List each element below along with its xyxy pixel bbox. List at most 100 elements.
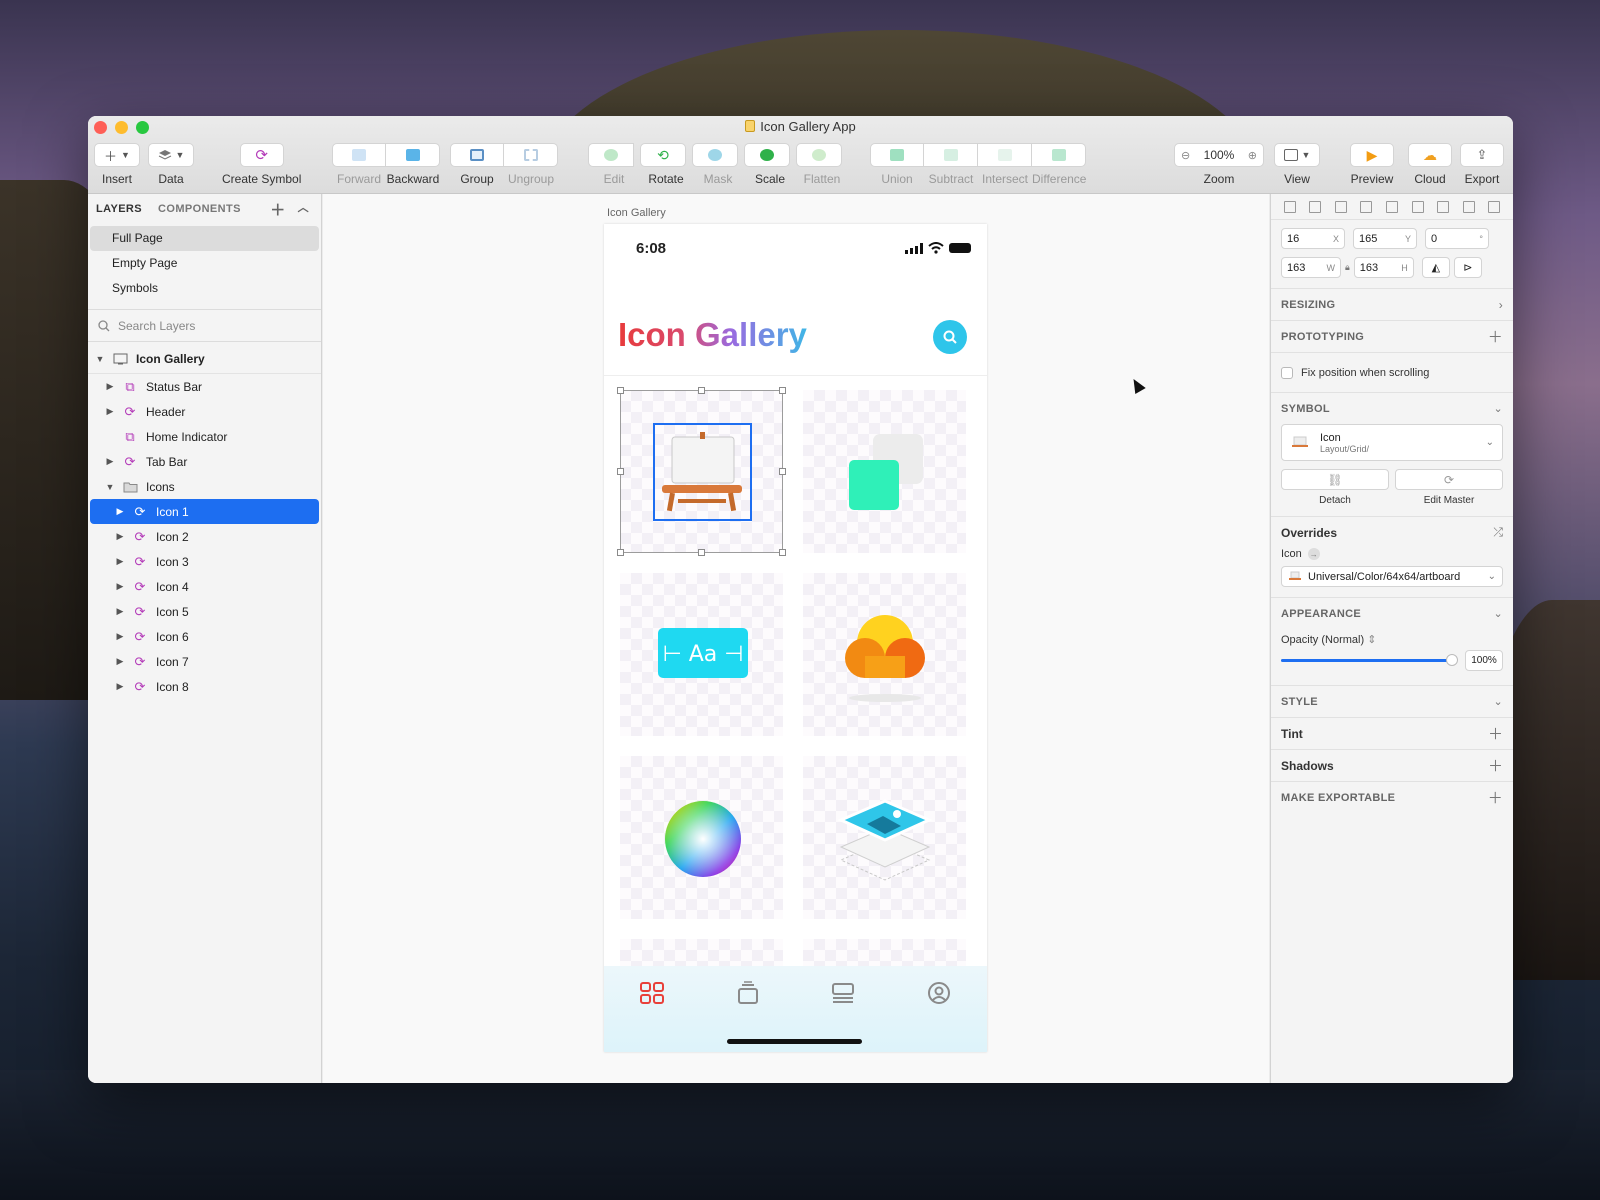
align-right-icon[interactable] [1360, 200, 1373, 213]
layer-icon-7[interactable]: ▶ ⟳ Icon 7 [90, 649, 319, 674]
layer-icon-5[interactable]: ▶ ⟳ Icon 5 [90, 599, 319, 624]
profile-tab-icon[interactable] [926, 980, 952, 1006]
resize-handle[interactable] [779, 468, 786, 475]
forward-button[interactable] [332, 143, 386, 167]
add-prototyping-icon[interactable]: ＋ [1488, 326, 1503, 347]
disclosure-closed-icon[interactable]: ▶ [114, 631, 126, 642]
resize-handle[interactable] [617, 387, 624, 394]
tab-components[interactable]: COMPONENTS [158, 203, 241, 215]
layer-icons-group[interactable]: ▼ Icons [90, 474, 319, 499]
disclosure-closed-icon[interactable]: ▶ [104, 456, 116, 467]
chevron-down-icon[interactable]: ⌄ [1493, 695, 1503, 708]
ungroup-button[interactable] [504, 143, 558, 167]
resize-handle[interactable] [617, 468, 624, 475]
export-button[interactable]: ⇪ [1460, 143, 1504, 167]
fix-position-row[interactable]: Fix position when scrolling [1271, 352, 1513, 392]
chevron-down-icon[interactable]: ⌄ [1493, 607, 1503, 620]
view-button[interactable]: ▼ [1274, 143, 1320, 167]
distribute-vertical-icon[interactable] [1462, 200, 1475, 213]
stack-tab-icon[interactable] [735, 980, 761, 1006]
edit-button[interactable] [588, 143, 634, 167]
prototyping-section[interactable]: PROTOTYPING ＋ [1271, 320, 1513, 352]
search-layers[interactable]: Search Layers [88, 310, 321, 342]
opacity-slider-knob[interactable] [1445, 654, 1458, 666]
disclosure-closed-icon[interactable]: ▶ [114, 656, 126, 667]
list-tab-icon[interactable] [830, 980, 856, 1006]
align-middle-icon[interactable] [1385, 200, 1398, 213]
resize-handle[interactable] [779, 549, 786, 556]
zoom-in-icon[interactable]: ⊕ [1248, 149, 1257, 162]
disclosure-closed-icon[interactable]: ▶ [104, 381, 116, 392]
page-item-full-page[interactable]: Full Page [90, 226, 319, 251]
icon-cell-8[interactable] [803, 939, 966, 969]
subtract-button[interactable] [924, 143, 978, 167]
override-icon-select[interactable]: Universal/Color/64x64/artboard ⌄ [1281, 566, 1503, 587]
collapse-icon[interactable]: ︿ [298, 199, 309, 220]
layer-tab-bar[interactable]: ▶ ⟳ Tab Bar [90, 449, 319, 474]
symbol-picker[interactable]: Icon Layout/Grid/ ⌄ [1281, 424, 1503, 461]
zoom-control[interactable]: ⊖ 100% ⊕ [1174, 143, 1264, 167]
align-baseline-icon[interactable] [1488, 200, 1501, 213]
align-bottom-icon[interactable] [1411, 200, 1424, 213]
resizing-section[interactable]: RESIZING › [1271, 288, 1513, 320]
disclosure-closed-icon[interactable]: ▶ [114, 556, 126, 567]
canvas[interactable]: Icon Gallery 6:08 Icon Gallery ⊢ Aa ⊣ [323, 194, 1269, 1083]
align-top-icon[interactable] [1437, 200, 1450, 213]
selection-box[interactable] [620, 390, 783, 553]
flip-vertical-button[interactable]: ⊳ [1453, 257, 1482, 278]
rotation-field[interactable]: 0 ° [1425, 228, 1489, 249]
backward-button[interactable] [386, 143, 440, 167]
align-left-icon[interactable] [1283, 200, 1296, 213]
difference-button[interactable] [1032, 143, 1086, 167]
chevron-right-icon[interactable]: › [1499, 298, 1503, 312]
opacity-input[interactable]: 100% [1465, 650, 1503, 671]
insert-button[interactable]: ＋ ▼ [94, 143, 140, 167]
union-button[interactable] [870, 143, 924, 167]
width-field[interactable]: 163 W [1281, 257, 1341, 278]
disclosure-closed-icon[interactable]: ▶ [114, 681, 126, 692]
mask-button[interactable] [692, 143, 738, 167]
artboard[interactable]: 6:08 Icon Gallery ⊢ Aa ⊣ [604, 224, 987, 1052]
icon-cell-4[interactable] [803, 573, 966, 736]
add-export-icon[interactable]: ＋ [1488, 787, 1503, 808]
detach-button[interactable]: ⛓︎ [1281, 469, 1389, 490]
opacity-blend-select[interactable]: Opacity (Normal) ⇕ [1281, 633, 1503, 646]
search-button[interactable] [933, 320, 967, 354]
arrow-right-circle-icon[interactable]: → [1307, 548, 1320, 560]
resize-handle[interactable] [779, 387, 786, 394]
x-field[interactable]: 16 X [1281, 228, 1345, 249]
layer-icon-2[interactable]: ▶ ⟳ Icon 2 [90, 524, 319, 549]
disclosure-open-icon[interactable]: ▼ [94, 354, 106, 364]
disclosure-closed-icon[interactable]: ▶ [104, 406, 116, 417]
group-button[interactable] [450, 143, 504, 167]
preview-button[interactable]: ▶ [1350, 143, 1394, 167]
artboard-label[interactable]: Icon Gallery [607, 207, 666, 219]
flip-horizontal-button[interactable]: ◭ [1421, 257, 1450, 278]
grid-tab-icon[interactable] [639, 980, 665, 1006]
icon-cell-2[interactable] [803, 390, 966, 553]
add-shadow-icon[interactable]: ＋ [1488, 755, 1503, 776]
style-section[interactable]: STYLE ⌄ [1271, 685, 1513, 717]
appearance-section[interactable]: APPEARANCE ⌄ [1271, 597, 1513, 629]
layer-artboard[interactable]: ▼ Icon Gallery [88, 344, 321, 374]
scale-button[interactable] [744, 143, 790, 167]
intersect-button[interactable] [978, 143, 1032, 167]
layer-icon-1[interactable]: ▶ ⟳ Icon 1 [90, 499, 319, 524]
icon-cell-6[interactable] [803, 756, 966, 919]
layer-icon-8[interactable]: ▶ ⟳ Icon 8 [90, 674, 319, 699]
symbol-section[interactable]: SYMBOL ⌄ [1271, 392, 1513, 424]
disclosure-closed-icon[interactable]: ▶ [114, 506, 126, 517]
make-exportable-section[interactable]: MAKE EXPORTABLE ＋ [1271, 781, 1513, 813]
disclosure-closed-icon[interactable]: ▶ [114, 581, 126, 592]
search-input[interactable]: Search Layers [118, 319, 195, 333]
page-item-symbols[interactable]: Symbols [90, 276, 319, 301]
tab-layers[interactable]: LAYERS [96, 203, 142, 215]
layer-header[interactable]: ▶ ⟳ Header [90, 399, 319, 424]
rotate-button[interactable]: ⟲ [640, 143, 686, 167]
zoom-out-icon[interactable]: ⊖ [1181, 149, 1190, 162]
fix-position-checkbox[interactable] [1281, 366, 1293, 379]
disclosure-closed-icon[interactable]: ▶ [114, 606, 126, 617]
layer-icon-6[interactable]: ▶ ⟳ Icon 6 [90, 624, 319, 649]
disclosure-closed-icon[interactable]: ▶ [114, 531, 126, 542]
flatten-button[interactable] [796, 143, 842, 167]
